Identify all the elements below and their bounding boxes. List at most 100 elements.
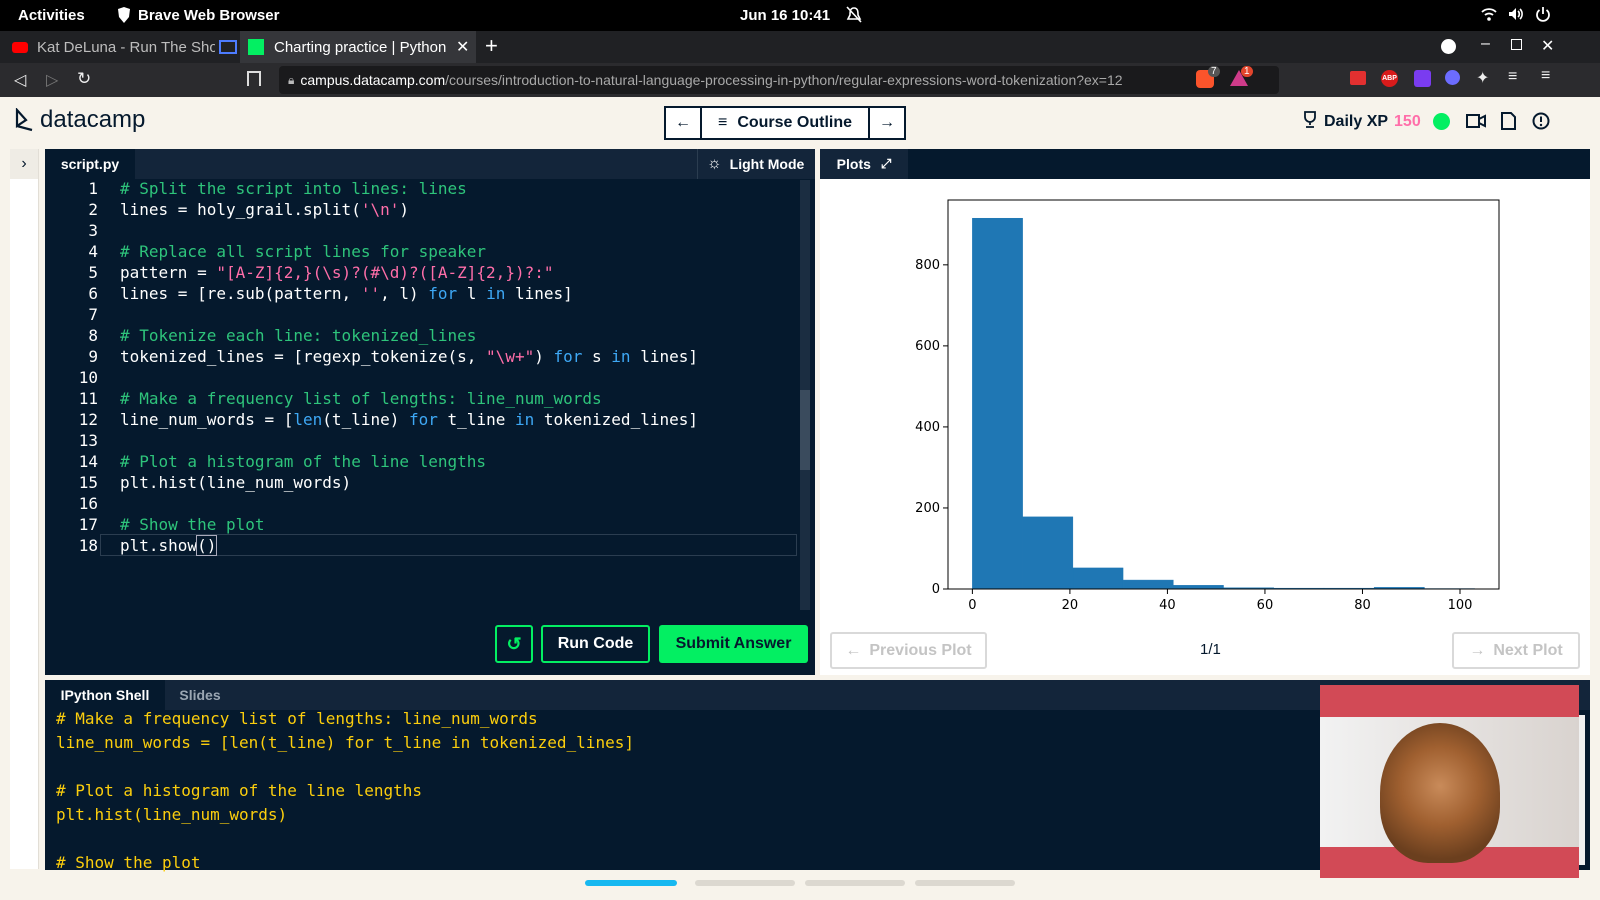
y-tick-label: 600 xyxy=(915,339,940,354)
code-line[interactable]: pattern = "[A-Z]{2,}(\s)?(#\d)?([A-Z]{2,… xyxy=(120,262,553,283)
histogram-bar xyxy=(1022,516,1074,590)
line-number: 10 xyxy=(78,368,98,387)
sun-icon: ☼ xyxy=(707,155,722,172)
volume-icon[interactable] xyxy=(1507,6,1525,26)
x-tick-label: 40 xyxy=(1159,598,1176,613)
tab-script-py[interactable]: script.py xyxy=(45,149,135,179)
shell-line: # Show the plot xyxy=(56,853,201,872)
next-plot-button[interactable]: → Next Plot xyxy=(1452,632,1580,669)
reset-icon: ↺ xyxy=(506,633,522,654)
previous-plot-button[interactable]: ← Previous Plot xyxy=(830,632,987,669)
forward-icon[interactable]: ▷ xyxy=(46,70,58,90)
run-code-button[interactable]: Run Code xyxy=(541,625,650,663)
status-online-indicator xyxy=(1433,113,1450,130)
code-line[interactable]: plt.hist(line_num_words) xyxy=(120,472,351,493)
line-number: 15 xyxy=(78,473,98,492)
activities-button[interactable]: Activities xyxy=(18,7,85,24)
next-exercise-button[interactable]: → xyxy=(868,106,906,140)
arrow-right-icon: → xyxy=(1469,641,1486,659)
tab-youtube[interactable]: Kat DeLuna - Run The Show xyxy=(0,31,240,63)
daily-xp-value: 150 xyxy=(1394,113,1421,130)
power-icon[interactable] xyxy=(1535,6,1551,26)
adblock-plus-icon[interactable]: ABP xyxy=(1381,70,1398,87)
code-line[interactable]: # Make a frequency list of lengths: line… xyxy=(120,388,602,409)
extension-circle-icon[interactable] xyxy=(1445,70,1460,85)
x-tick-label: 60 xyxy=(1257,598,1274,613)
wifi-icon[interactable] xyxy=(1481,6,1497,26)
shields-badge: 7 xyxy=(1208,66,1220,77)
extension-todo-icon[interactable] xyxy=(1350,71,1366,85)
histogram-chart: 0 20 40 60 80 100 0 200 400 600 800 xyxy=(915,199,1500,613)
plots-tab-bar xyxy=(820,149,1590,179)
picture-in-picture-icon[interactable] xyxy=(219,40,237,54)
shell-line: line_num_words = [len(t_line) for t_line… xyxy=(56,733,634,752)
x-tick-label: 100 xyxy=(1448,598,1473,613)
line-number: 7 xyxy=(88,305,98,324)
tab-charting-practice[interactable]: Charting practice | Python ✕ xyxy=(240,31,476,63)
histogram-bar xyxy=(1122,579,1174,590)
y-tick-label: 0 xyxy=(932,582,940,597)
url-host: campus.datacamp.com xyxy=(300,72,446,88)
expand-icon[interactable]: ⤢ xyxy=(881,156,891,172)
browser-menu-icon[interactable]: ≡ xyxy=(1541,67,1550,85)
browser-tab-strip: Kat DeLuna - Run The Show Charting pract… xyxy=(0,31,1600,63)
extension-purple-icon[interactable] xyxy=(1414,70,1431,87)
system-top-bar: Activities Brave Web Browser Jun 16 10:4… xyxy=(0,0,1600,31)
datacamp-logo[interactable]: datacamp xyxy=(14,106,145,134)
slides-document-icon[interactable] xyxy=(1501,112,1516,135)
clock[interactable]: Jun 16 10:41 xyxy=(740,7,830,24)
plot-pager: 1/1 xyxy=(1200,641,1221,658)
minimize-icon[interactable]: – xyxy=(1481,35,1490,53)
tab-slides[interactable]: Slides xyxy=(165,680,235,710)
reset-code-button[interactable]: ↺ xyxy=(495,625,533,663)
close-tab-icon[interactable]: ✕ xyxy=(456,37,469,57)
reload-icon[interactable]: ↻ xyxy=(77,69,91,89)
brave-lion-icon xyxy=(116,6,132,28)
url-path: /courses/introduction-to-natural-languag… xyxy=(445,72,1123,88)
code-line[interactable]: tokenized_lines = [regexp_tokenize(s, "\… xyxy=(120,346,698,367)
video-person-image xyxy=(1380,723,1500,863)
tab-label: Kat DeLuna - Run The Show xyxy=(37,38,215,56)
extensions-puzzle-icon[interactable]: ✦ xyxy=(1476,68,1489,88)
code-line[interactable]: plt.show() xyxy=(120,535,218,556)
address-bar[interactable]: 🔒︎ campus.datacamp.com /courses/introduc… xyxy=(279,66,1279,94)
line-number: 13 xyxy=(78,431,98,450)
code-line[interactable]: # Show the plot xyxy=(120,514,265,535)
video-icon[interactable] xyxy=(1466,114,1486,133)
line-number: 5 xyxy=(88,263,98,282)
report-issue-icon[interactable] xyxy=(1532,112,1550,135)
back-icon[interactable]: ◁ xyxy=(14,70,26,90)
line-number: 12 xyxy=(78,410,98,429)
code-line[interactable]: lines = [re.sub(pattern, '', l) for l in… xyxy=(120,283,573,304)
tab-plots[interactable]: Plots ⤢ xyxy=(820,149,908,179)
histogram-bar xyxy=(972,217,1023,590)
close-window-icon[interactable]: ✕ xyxy=(1541,36,1554,56)
new-tab-icon[interactable]: + xyxy=(485,33,498,59)
previous-exercise-button[interactable]: ← xyxy=(664,106,702,140)
editor-scrollbar-thumb[interactable] xyxy=(800,390,810,470)
media-playlist-icon[interactable]: ≡ xyxy=(1508,68,1517,86)
code-line[interactable]: line_num_words = [len(t_line) for t_line… xyxy=(120,409,698,430)
tab-ipython-shell[interactable]: IPython Shell xyxy=(45,680,165,710)
code-line[interactable]: lines = holy_grail.split('\n') xyxy=(120,199,409,220)
code-line[interactable]: # Tokenize each line: tokenized_lines xyxy=(120,325,476,346)
maximize-icon[interactable] xyxy=(1511,39,1522,50)
app-name: Brave Web Browser xyxy=(138,7,280,24)
progress-segment-active xyxy=(585,880,677,886)
light-mode-toggle[interactable]: ☼ Light Mode xyxy=(697,149,816,179)
code-line[interactable]: # Split the script into lines: lines xyxy=(120,178,467,199)
line-number: 18 xyxy=(78,536,98,555)
submit-answer-button[interactable]: Submit Answer xyxy=(659,625,808,663)
rewards-badge: 1 xyxy=(1241,66,1253,77)
code-line[interactable]: # Replace all script lines for speaker xyxy=(120,241,486,262)
code-line[interactable]: # Plot a histogram of the line lengths xyxy=(120,451,486,472)
tab-search-icon[interactable] xyxy=(1441,39,1456,54)
progress-segment xyxy=(695,880,795,886)
daily-xp[interactable]: Daily XP 150 xyxy=(1302,111,1421,133)
bookmark-icon[interactable] xyxy=(247,71,261,86)
expand-sidebar-icon[interactable]: › xyxy=(10,149,38,179)
line-number: 3 xyxy=(88,221,98,240)
course-outline-button[interactable]: ≡ Course Outline xyxy=(700,106,870,140)
picture-in-picture-video[interactable] xyxy=(1320,685,1579,878)
exercise-sidebar xyxy=(10,149,39,869)
